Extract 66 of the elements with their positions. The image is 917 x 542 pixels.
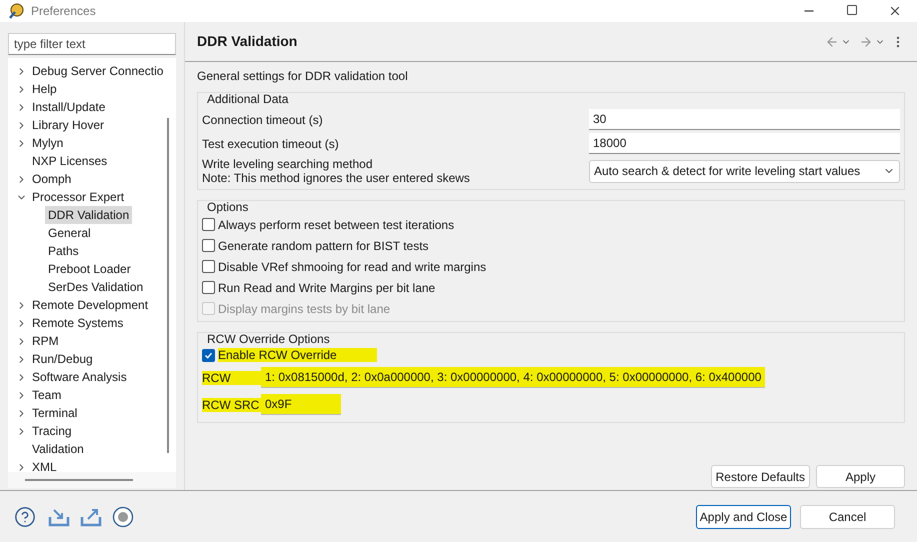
filter-field[interactable]: type filter text (8, 33, 176, 55)
export-icon[interactable] (80, 506, 102, 526)
checkbox-label: Disable VRef shmooing for read and write margins (218, 258, 486, 276)
tree-item[interactable]: Oomph (29, 170, 74, 188)
tree-item[interactable]: Debug Server Connectio (29, 62, 166, 80)
tree-item[interactable]: Preboot Loader (45, 260, 134, 278)
field-label: Test execution timeout (s) (202, 136, 340, 152)
record-icon[interactable] (112, 506, 134, 528)
checkbox[interactable] (202, 348, 215, 362)
field-label: Connection timeout (s) (202, 112, 324, 128)
checkbox[interactable] (202, 218, 215, 231)
scrollbar[interactable] (25, 479, 133, 481)
field-label: Write leveling searching method (202, 157, 374, 171)
help-icon[interactable] (14, 506, 36, 528)
tree-item[interactable]: Tracing (29, 422, 75, 440)
tree-item[interactable]: XML (29, 458, 60, 472)
field-note: Note: This method ignores the user entered skews (202, 171, 471, 185)
tree-item[interactable]: Processor Expert (29, 188, 128, 206)
text-field[interactable]: 18000 (589, 133, 900, 154)
checkbox-label: Always perform reset between test iterations (218, 216, 454, 234)
group-title: RCW Override Options (206, 332, 331, 346)
tree-item[interactable]: SerDes Validation (45, 278, 146, 296)
tree-item[interactable]: Team (29, 386, 64, 404)
tree-item[interactable]: Install/Update (29, 98, 108, 116)
checkbox[interactable] (202, 260, 215, 273)
tree-item[interactable]: Software Analysis (29, 368, 130, 386)
app-logo-icon (8, 3, 25, 19)
maximize-icon[interactable] (846, 4, 858, 16)
tree-item[interactable]: Run/Debug (29, 350, 96, 368)
text-field[interactable]: 1: 0x0815000d, 2: 0x0a000000, 3: 0x00000000, 4: 0x00000000, 5: 0x00000000, 6: 0x400000 (261, 367, 766, 388)
checkbox-label: Enable RCW Override (218, 348, 377, 362)
checkbox-label: Display margins tests by bit lane (218, 300, 390, 318)
method-dropdown[interactable]: Auto search & detect for write leveling start values (589, 160, 900, 182)
field-label: RCW SRC (202, 398, 261, 412)
text-field[interactable]: 0x9F (261, 394, 341, 415)
import-icon[interactable] (48, 506, 70, 526)
field-label: RCW (202, 370, 261, 384)
window-title: Preferences (31, 3, 96, 20)
page-button[interactable]: Apply (816, 465, 905, 488)
close-icon[interactable] (888, 4, 902, 18)
group-title: Options (206, 200, 250, 214)
tree-item[interactable]: Library Hover (29, 116, 108, 134)
dialog-button[interactable]: Cancel (800, 504, 895, 528)
tree-item[interactable]: Paths (45, 242, 82, 260)
page-title: DDR Validation (197, 32, 298, 51)
dialog-button[interactable]: Apply and Close (696, 504, 791, 528)
tree-item[interactable]: Validation (29, 440, 87, 458)
tree-item[interactable]: Remote Systems (29, 314, 126, 332)
tree-item[interactable]: Mylyn (29, 134, 66, 152)
tree-item[interactable]: Remote Development (29, 296, 152, 314)
checkbox[interactable] (202, 281, 215, 294)
tree-item[interactable]: General (45, 224, 94, 242)
text-field[interactable]: 30 (589, 109, 900, 130)
tree-item[interactable]: Terminal (29, 404, 80, 422)
tree-item[interactable]: NXP Licenses (29, 152, 110, 170)
checkbox-label: Run Read and Write Margins per bit lane (218, 280, 436, 296)
scrollbar[interactable] (167, 118, 169, 453)
tree-item[interactable]: RPM (29, 332, 62, 350)
page-button[interactable]: Restore Defaults (710, 465, 810, 488)
page-description: General settings for DDR validation tool (197, 68, 409, 84)
group-title: Additional Data (206, 92, 290, 106)
checkbox[interactable] (202, 239, 215, 252)
checkbox-label: Generate random pattern for BIST tests (218, 238, 429, 254)
tree-item[interactable]: Help (29, 80, 60, 98)
check-icon (204, 350, 213, 360)
tree-item[interactable]: DDR Validation (45, 206, 132, 224)
